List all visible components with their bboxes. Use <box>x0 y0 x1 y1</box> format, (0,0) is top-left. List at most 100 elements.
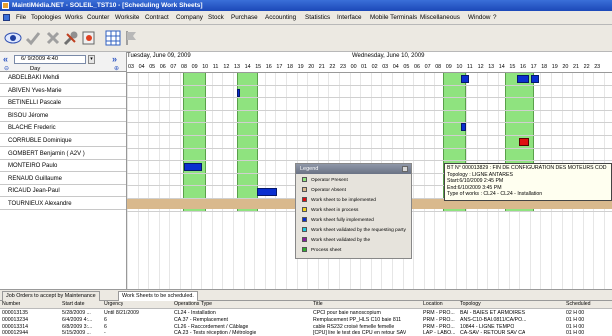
worksheet-bar[interactable] <box>461 75 469 83</box>
operator-name[interactable]: BISOU Jérome <box>0 110 126 122</box>
menu-purchase[interactable]: Purchase <box>231 14 258 21</box>
column-header[interactable]: Operations Type <box>174 301 212 308</box>
table-cell: LAP - LABO... <box>423 330 456 336</box>
row-divider <box>127 97 612 99</box>
operator-name[interactable]: ABDELBAKI Mehdi <box>0 72 126 84</box>
legend-swatch <box>302 177 307 182</box>
hour-label: 10 <box>202 64 209 70</box>
worksheet-bar-pending[interactable] <box>519 138 529 146</box>
legend-label: Work sheet to be implemented <box>311 198 376 203</box>
operator-name[interactable]: RENAUD Guillaume <box>0 173 126 185</box>
menu-works[interactable]: Works <box>65 14 83 21</box>
hour-label: 03 <box>382 64 389 70</box>
hour-label: 19 <box>551 64 558 70</box>
operator-name[interactable]: TOURNIEUX Alexandre <box>0 198 126 210</box>
operator-present-block <box>237 73 258 212</box>
next-day-button[interactable]: » <box>112 55 119 64</box>
zoom-out-icon[interactable]: ⊖ <box>4 65 9 72</box>
tab-job-orders[interactable]: Job Orders to accept by Maintenance <box>2 291 100 301</box>
cross-icon[interactable] <box>44 29 62 47</box>
menu-accounting[interactable]: Accounting <box>265 14 296 21</box>
worksheet-bar[interactable] <box>237 88 240 97</box>
legend-swatch <box>302 247 307 252</box>
menu-app-icon[interactable] <box>3 14 10 21</box>
tab-work-sheets[interactable]: Work Sheets to be scheduled. <box>118 291 198 301</box>
previous-day-button[interactable]: « <box>3 55 10 64</box>
menu-counter[interactable]: Counter <box>87 14 109 21</box>
hour-label: 17 <box>530 64 537 70</box>
check-icon[interactable] <box>24 29 42 47</box>
hour-gridline <box>264 73 266 289</box>
operator-name[interactable]: GOMBERT Benjamin ( A2V ) <box>0 148 126 160</box>
menu-file[interactable]: File <box>16 14 26 21</box>
legend-swatch <box>302 227 307 232</box>
worksheet-bar[interactable] <box>461 123 466 132</box>
hour-label: 07 <box>424 64 431 70</box>
date-dropdown-button[interactable]: ▾ <box>88 55 95 64</box>
tooltip-line: BT N° 000013829 : FIN DE CONFIGURATION D… <box>447 165 607 171</box>
menu-window[interactable]: Window <box>468 14 490 21</box>
operator-name[interactable]: ABIVEN Yves-Marie <box>0 85 126 97</box>
menu-bar: File Topologies Works Counter Worksite C… <box>0 11 612 25</box>
worksheet-bar[interactable] <box>531 75 539 83</box>
column-header[interactable]: Number <box>2 301 20 308</box>
menu-worksite[interactable]: Worksite <box>115 14 139 21</box>
hour-label: 16 <box>265 64 272 70</box>
operator-name[interactable]: RICAUD Jean-Paul <box>0 185 126 198</box>
operator-name[interactable]: BLACHE Frederic <box>0 122 126 135</box>
table-row[interactable]: 000012944 5/15/2009 ... - CA.23 - Tests réc… <box>0 330 612 336</box>
row-divider <box>127 147 612 149</box>
legend-item: Work sheet fully implemented <box>302 217 374 224</box>
zoom-in-icon[interactable]: ⊕ <box>114 65 119 72</box>
column-header[interactable]: Urgency <box>104 301 123 308</box>
legend-close-button[interactable] <box>402 166 408 172</box>
flag-icon[interactable] <box>122 29 140 47</box>
worksheet-bar[interactable] <box>184 163 202 172</box>
menu-help[interactable]: ? <box>493 14 497 21</box>
menu-miscellaneous[interactable]: Miscellaneous <box>420 14 460 21</box>
grid-icon[interactable] <box>104 29 122 47</box>
hour-gridline <box>233 73 234 289</box>
application-window: MaintiMédia.NET - SOLEIL_TST10 - [Schedu… <box>0 0 612 336</box>
column-header[interactable]: Start date <box>62 301 85 308</box>
hour-gridline <box>286 73 287 289</box>
legend-label: Work sheet fully implemented <box>311 218 374 223</box>
legend-swatch <box>302 197 307 202</box>
hour-gridline <box>434 73 436 289</box>
legend-item: Operator Absent <box>302 187 346 194</box>
hour-label: 13 <box>488 64 495 70</box>
table-cell: 000012944 <box>2 330 28 336</box>
column-header[interactable]: Scheduled <box>566 301 591 308</box>
menu-stock[interactable]: Stock <box>208 14 224 21</box>
legend-item: Work sheet validated by the requesting p… <box>302 227 406 234</box>
hour-label: 05 <box>403 64 410 70</box>
legend-item: Process sheet <box>302 247 341 254</box>
legend-panel: Legend Operator Present Operator Absent Wo… <box>295 163 412 259</box>
menu-company[interactable]: Company <box>176 14 203 21</box>
day-header-2: Wednesday, June 10, 2009 <box>352 53 425 59</box>
operator-name[interactable]: BETINELLI Pascale <box>0 97 126 110</box>
column-header[interactable]: Location <box>423 301 443 308</box>
legend-label: Operator Absent <box>311 188 346 193</box>
menu-topologies[interactable]: Topologies <box>31 14 61 21</box>
eye-icon[interactable] <box>4 29 22 47</box>
menu-interface[interactable]: Interface <box>337 14 362 21</box>
plan-icon[interactable] <box>80 29 98 47</box>
worksheet-bar[interactable] <box>517 75 529 83</box>
menu-statistics[interactable]: Statistics <box>305 14 330 21</box>
tools-icon[interactable] <box>62 29 80 47</box>
hour-label: 06 <box>159 64 166 70</box>
hour-gridline <box>158 73 160 289</box>
hour-label: 03 <box>128 64 134 70</box>
menu-mobile-terminals[interactable]: Mobile Terminals <box>370 14 417 21</box>
hour-gridline <box>423 73 425 289</box>
date-field[interactable]: 6/ 9/2009 4:40 <box>14 55 86 64</box>
worksheet-bar[interactable] <box>257 188 277 197</box>
column-header[interactable]: Topology <box>460 301 481 308</box>
row-divider <box>127 122 612 124</box>
column-header[interactable]: Title <box>313 301 323 308</box>
operator-name[interactable]: CORRUBLE Dominique <box>0 135 126 147</box>
menu-contract[interactable]: Contract <box>145 14 169 21</box>
hour-label: 20 <box>562 64 569 70</box>
operator-name[interactable]: MONTEIRO Paulo <box>0 160 126 173</box>
